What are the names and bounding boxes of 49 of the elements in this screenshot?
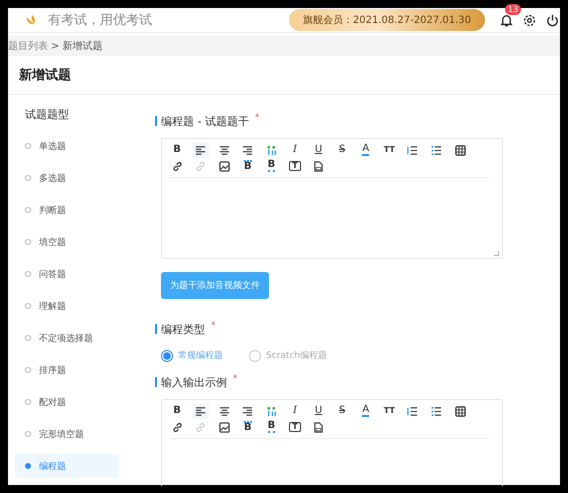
question-type-item[interactable]: 排序题 (15, 358, 119, 382)
membership-badge: 旗舰会员：2021.08.27-2027.01.30 (288, 9, 485, 31)
notification-badge: 13 (505, 4, 522, 14)
section-title: 编程类型 (161, 322, 205, 336)
settings-icon[interactable] (522, 12, 537, 28)
superscript-button[interactable]: B (240, 419, 256, 435)
italic-button[interactable]: I (286, 403, 303, 419)
question-type-item[interactable]: 完形填空题 (15, 422, 119, 446)
required-mark: * (233, 374, 238, 384)
question-type-item[interactable]: 配对题 (15, 390, 119, 414)
subscript-button[interactable]: B (263, 158, 280, 174)
bell-icon[interactable] (499, 12, 514, 28)
bold-button[interactable]: B (169, 142, 185, 158)
breadcrumb-separator: > (51, 40, 60, 52)
strikethrough-button[interactable]: S (334, 142, 350, 158)
question-type-item[interactable]: 问答题 (15, 262, 119, 286)
text-box-button[interactable]: T (286, 158, 303, 174)
rich-text-editor[interactable]: B I U S A TT B B T (161, 138, 503, 259)
rich-text-editor[interactable]: B I U S A TT B B T (161, 399, 503, 486)
section-title: 编程题 - 试题题干 (161, 114, 249, 128)
question-type-item[interactable]: 判断题 (15, 198, 119, 222)
required-mark: * (211, 321, 216, 331)
power-icon[interactable] (545, 12, 560, 28)
question-type-item[interactable]: 填空题 (15, 230, 119, 254)
superscript-button[interactable]: B (240, 158, 256, 174)
question-type-item[interactable]: 多选题 (15, 166, 119, 190)
section-title: 输入输出示例 (161, 374, 227, 390)
align-left-button[interactable] (192, 142, 209, 158)
slogan-text: 有考试，用优考试 (48, 12, 152, 29)
italic-button[interactable]: I (286, 142, 303, 158)
breadcrumb-current: 新增试题 (62, 40, 102, 53)
page-title: 新增试题 (19, 66, 72, 84)
underline-button[interactable]: U (310, 403, 327, 419)
strikethrough-button[interactable]: S (334, 403, 350, 419)
font-color-button[interactable]: A (358, 403, 374, 419)
logo-icon (24, 13, 38, 27)
question-type-item[interactable]: 单选题 (15, 134, 119, 158)
align-left-button[interactable] (192, 403, 209, 419)
question-type-item[interactable]: 不定项选择题 (15, 326, 119, 350)
font-size-button[interactable]: TT (381, 403, 398, 419)
text-box-button[interactable]: T (286, 419, 303, 435)
subscript-button[interactable]: B (263, 419, 280, 435)
underline-button[interactable]: U (310, 142, 327, 158)
font-color-button[interactable]: A (358, 142, 374, 158)
bold-button[interactable]: B (169, 403, 185, 419)
font-size-button[interactable]: TT (381, 142, 398, 158)
required-mark: * (254, 113, 260, 123)
sidebar-title: 试题题型 (24, 107, 70, 122)
question-type-item[interactable]: 理解题 (15, 294, 119, 318)
